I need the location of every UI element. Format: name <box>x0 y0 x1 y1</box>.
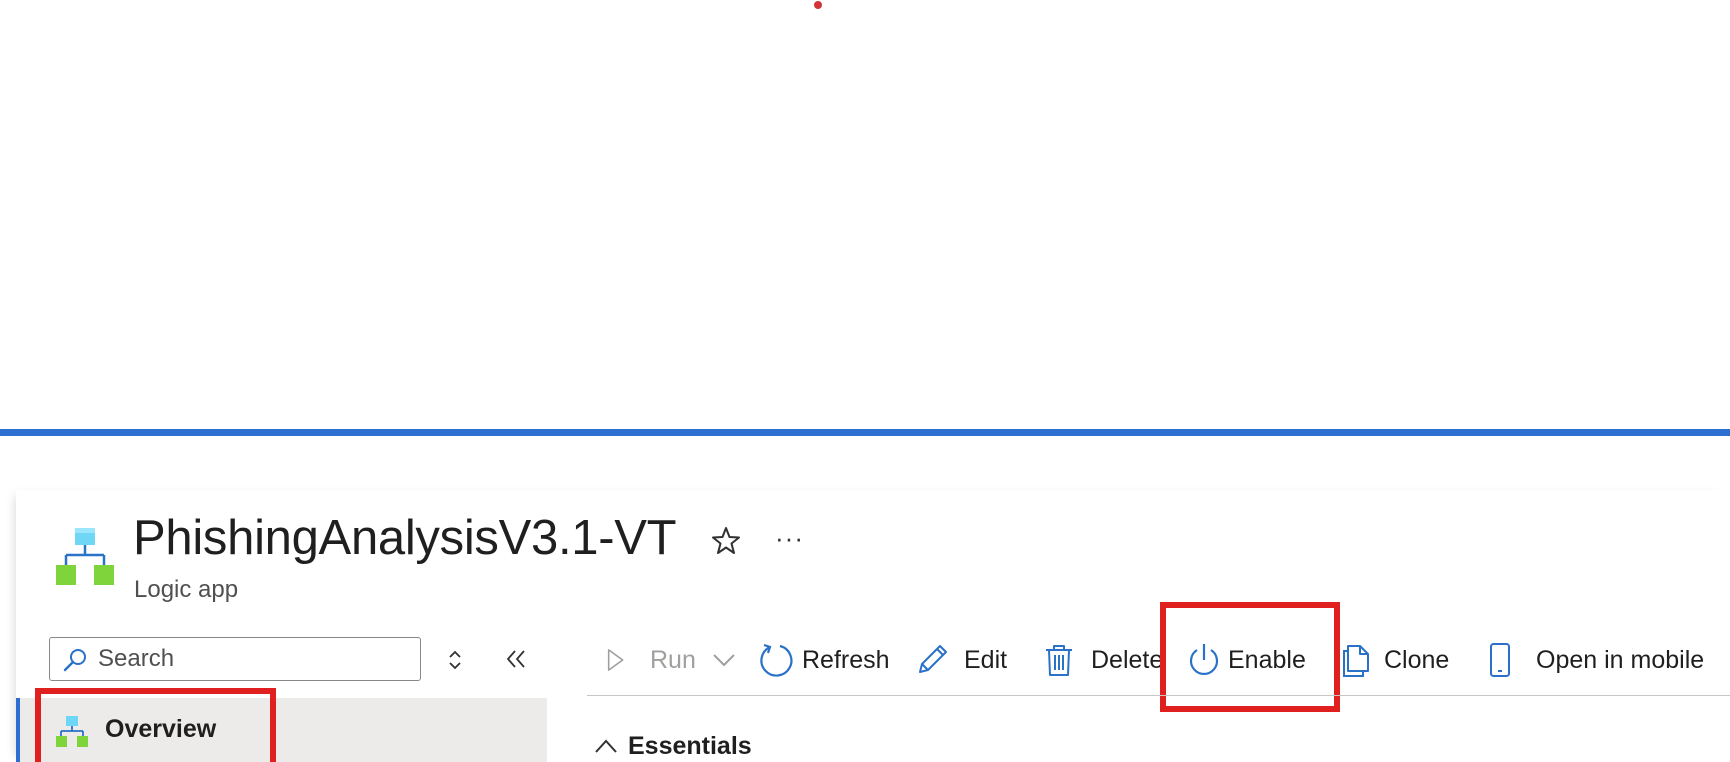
search-input[interactable] <box>98 644 408 674</box>
logic-app-icon <box>56 528 114 585</box>
pencil-icon <box>919 645 947 673</box>
portal-top-bar-line <box>0 429 1730 436</box>
search-icon <box>63 649 86 672</box>
delete-button[interactable]: Delete <box>1041 640 1163 680</box>
essentials-toggle[interactable]: Essentials <box>594 731 752 761</box>
highlight-box-overview <box>35 688 276 762</box>
star-icon[interactable] <box>710 524 742 558</box>
page-title: PhishingAnalysisV3.1-VT <box>133 511 677 565</box>
run-button[interactable]: Run <box>604 640 696 680</box>
mobile-icon <box>1490 643 1510 677</box>
refresh-icon <box>760 643 793 677</box>
chevron-up-icon <box>595 739 617 753</box>
copy-icon <box>1343 645 1369 677</box>
open-in-mobile-button[interactable]: Open in mobile <box>1482 640 1704 680</box>
clone-button[interactable]: Clone <box>1338 640 1449 680</box>
screenshot-page: PhishingAnalysisV3.1-VT Logic app ··· Ov… <box>0 0 1730 762</box>
red-dot-marker <box>814 1 822 9</box>
sidebar-search[interactable] <box>49 637 421 681</box>
edit-button[interactable]: Edit <box>914 640 1007 680</box>
play-icon <box>607 649 624 671</box>
more-options-button[interactable]: ··· <box>775 523 804 554</box>
resource-type-label: Logic app <box>134 576 239 603</box>
up-down-chevron-icon[interactable] <box>445 649 465 671</box>
selected-indicator <box>16 698 20 762</box>
double-chevron-left-icon[interactable] <box>503 646 529 672</box>
essentials-label: Essentials <box>628 731 752 760</box>
chevron-down-icon[interactable] <box>712 652 736 668</box>
toolbar-divider <box>587 695 1730 696</box>
refresh-button[interactable]: Refresh <box>758 640 890 680</box>
trash-icon <box>1046 645 1072 676</box>
